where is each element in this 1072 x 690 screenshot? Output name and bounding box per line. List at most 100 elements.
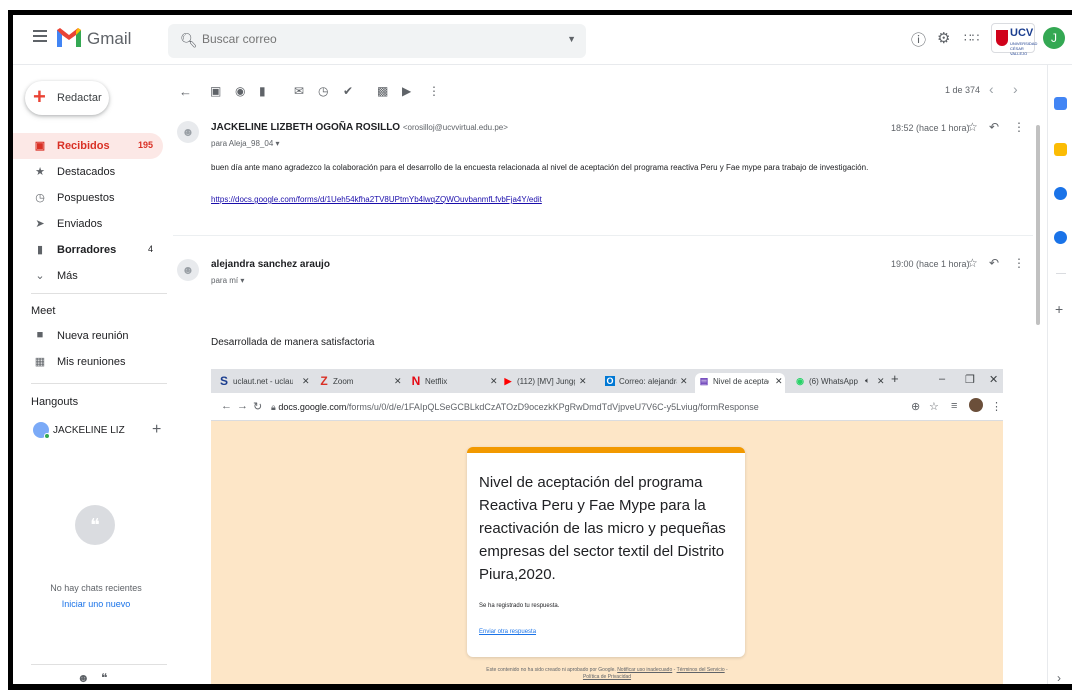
org-logo[interactable]: UCV UNIVERSIDAD CÉSAR VALLEJO (991, 23, 1037, 56)
sidebar-item-starred[interactable]: ★ Destacados (13, 159, 163, 185)
close-window-icon[interactable]: ✕ (989, 373, 998, 386)
sidebar-item-more[interactable]: ⌄ Más (13, 263, 163, 289)
sidebar-item-sent[interactable]: ➤ Enviados (13, 211, 163, 237)
draft-icon: ▮ (36, 244, 44, 256)
close-tab-icon[interactable]: ✕ (394, 376, 402, 387)
delete-icon[interactable]: ▮ (259, 84, 266, 98)
message-recipient[interactable]: para Aleja_98_04 ▾ (211, 139, 280, 148)
close-tab-icon[interactable]: ✕ (579, 376, 587, 387)
sidebar-item-inbox[interactable]: ▣ Recibidos 195 (13, 133, 163, 159)
back-arrow-icon[interactable]: ← (179, 84, 192, 99)
get-addons-icon[interactable]: + (1055, 301, 1063, 317)
message-sender[interactable]: alejandra sanchez araujo (211, 259, 330, 270)
bookmark-star-icon[interactable]: ☆ (929, 400, 939, 413)
archive-icon[interactable]: ▣ (210, 84, 221, 98)
close-tab-icon[interactable]: ✕ (775, 376, 783, 387)
compose-button[interactable]: + Redactar (25, 81, 109, 115)
report-spam-icon[interactable]: ◉ (235, 84, 245, 98)
back-arrow-icon[interactable]: ← (221, 400, 232, 412)
gmail-logo-icon[interactable] (57, 27, 81, 47)
help-icon[interactable]: ⓘ (911, 29, 926, 50)
browser-tab[interactable]: O Correo: alejandra ✕ (605, 373, 689, 393)
recipient-details-icon[interactable]: ▾ (240, 276, 244, 285)
star-icon[interactable]: ☆ (967, 120, 978, 134)
app-name[interactable]: Gmail (87, 29, 131, 49)
sidebar-item-label: Más (57, 270, 78, 282)
message-sender[interactable]: JACKELINE LIZBETH OGOÑA ROSILLO <orosill… (211, 122, 508, 133)
more-options-icon[interactable]: ⋮ (428, 84, 440, 98)
search-icon[interactable]: 🔍︎ (180, 32, 198, 49)
forward-arrow-icon[interactable]: → (237, 400, 248, 412)
profile-avatar[interactable] (969, 398, 983, 412)
contacts-icon[interactable] (1054, 231, 1067, 244)
audio-playing-icon[interactable]: 🔈︎ (865, 376, 870, 386)
contacts-icon[interactable]: ☻ (77, 671, 90, 684)
minimize-icon[interactable]: – (939, 373, 945, 385)
browser-tab-active[interactable]: ▤ Nivel de aceptació ✕ (695, 373, 785, 393)
message-recipient[interactable]: para mí ▾ (211, 276, 244, 285)
meet-my-meetings[interactable]: ▦ Mis reuniones (13, 349, 163, 375)
apps-icon[interactable]: ∷∷ (964, 31, 979, 45)
terms-link[interactable]: Términos del Servicio (677, 667, 725, 673)
scrollbar[interactable] (1036, 125, 1040, 325)
new-tab-icon[interactable]: + (891, 371, 899, 386)
submit-another-link[interactable]: Enviar otra respuesta (479, 629, 536, 635)
hangouts-user[interactable]: JACKELINE LIZ + (29, 420, 169, 442)
newer-chevron-icon[interactable]: ‹ (989, 81, 994, 97)
whatsapp-favicon-icon: ◉ (796, 376, 804, 386)
snooze-icon[interactable]: ◷ (318, 84, 328, 98)
hangouts-icon[interactable]: ❝ (101, 671, 107, 684)
reply-icon[interactable]: ↶ (989, 120, 999, 134)
tasks-icon[interactable] (1054, 187, 1067, 200)
close-tab-icon[interactable]: ✕ (490, 376, 498, 387)
search-input[interactable] (202, 32, 502, 46)
start-new-chat-link[interactable]: Iniciar uno nuevo (33, 599, 159, 609)
expand-panel-icon[interactable]: › (1057, 671, 1061, 684)
close-tab-icon[interactable]: ✕ (302, 376, 310, 387)
keep-icon[interactable] (1054, 143, 1067, 156)
reload-icon[interactable]: ↻ (253, 400, 262, 413)
sender-avatar[interactable]: ☻ (177, 121, 199, 143)
sidebar-item-label: Borradores (57, 244, 117, 256)
more-options-icon[interactable]: ⋮ (1013, 120, 1025, 134)
more-options-icon[interactable]: ⋮ (1013, 256, 1025, 270)
close-tab-icon[interactable]: ✕ (680, 376, 688, 387)
tab-title: uclaut.net - uclaut (233, 377, 293, 386)
add-chat-icon[interactable]: + (152, 421, 161, 439)
message-body: Desarrollada de manera satisfactoria (211, 337, 375, 348)
restore-icon[interactable]: ❐ (965, 373, 975, 386)
zoom-icon[interactable]: ⊕ (911, 400, 920, 413)
search-options-icon[interactable]: ▼ (567, 34, 576, 44)
sender-avatar[interactable]: ☻ (177, 259, 199, 281)
browser-tab[interactable]: ▶ (112) [MV] Jungg ✕ (503, 373, 589, 393)
search-bar[interactable]: 🔍︎ ▼ (168, 24, 586, 58)
calendar-icon[interactable] (1054, 97, 1067, 110)
settings-icon[interactable]: ⚙ (937, 29, 950, 47)
close-tab-icon[interactable]: ✕ (877, 376, 885, 387)
url-host: docs.google.com (278, 402, 347, 412)
account-avatar[interactable]: J (1043, 27, 1065, 49)
main-menu-icon[interactable] (33, 30, 47, 45)
sidebar-item-snoozed[interactable]: ◷ Pospuestos (13, 185, 163, 211)
add-task-icon[interactable]: ✔ (343, 84, 353, 98)
older-chevron-icon[interactable]: › (1013, 81, 1018, 97)
move-to-icon[interactable]: ▩ (377, 84, 388, 98)
privacy-link[interactable]: Política de Privacidad (583, 674, 631, 680)
meet-new-meeting[interactable]: ■ Nueva reunión (13, 323, 163, 349)
label-icon[interactable]: ▶ (402, 84, 411, 98)
reading-list-icon[interactable]: ≡ (951, 400, 957, 412)
form-link[interactable]: https://docs.google.com/forms/d/1Ueh54kf… (211, 195, 542, 204)
browser-menu-icon[interactable]: ⋮ (991, 400, 1002, 413)
browser-tab[interactable]: Z Zoom ✕ (319, 373, 401, 393)
star-icon[interactable]: ☆ (967, 256, 978, 270)
reply-icon[interactable]: ↶ (989, 256, 999, 270)
browser-tab[interactable]: S uclaut.net - uclaut ✕ (219, 373, 310, 393)
address-bar[interactable]: 🔒︎ docs.google.com/forms/u/0/d/e/1FAIpQL… (271, 402, 759, 413)
url-path: /forms/u/0/d/e/1FAIpQLSeGCBLkdCzATOzD9oc… (346, 402, 759, 412)
report-abuse-link[interactable]: Notificar uso inadecuado (617, 667, 672, 673)
sidebar-item-drafts[interactable]: ▮ Borradores 4 (13, 237, 163, 263)
browser-tab[interactable]: ◉ (6) WhatsApp 🔈︎ ✕ (795, 373, 885, 393)
browser-tab[interactable]: N Netflix ✕ (411, 373, 498, 393)
recipient-details-icon[interactable]: ▾ (276, 139, 280, 148)
mark-unread-icon[interactable]: ✉ (294, 84, 304, 98)
